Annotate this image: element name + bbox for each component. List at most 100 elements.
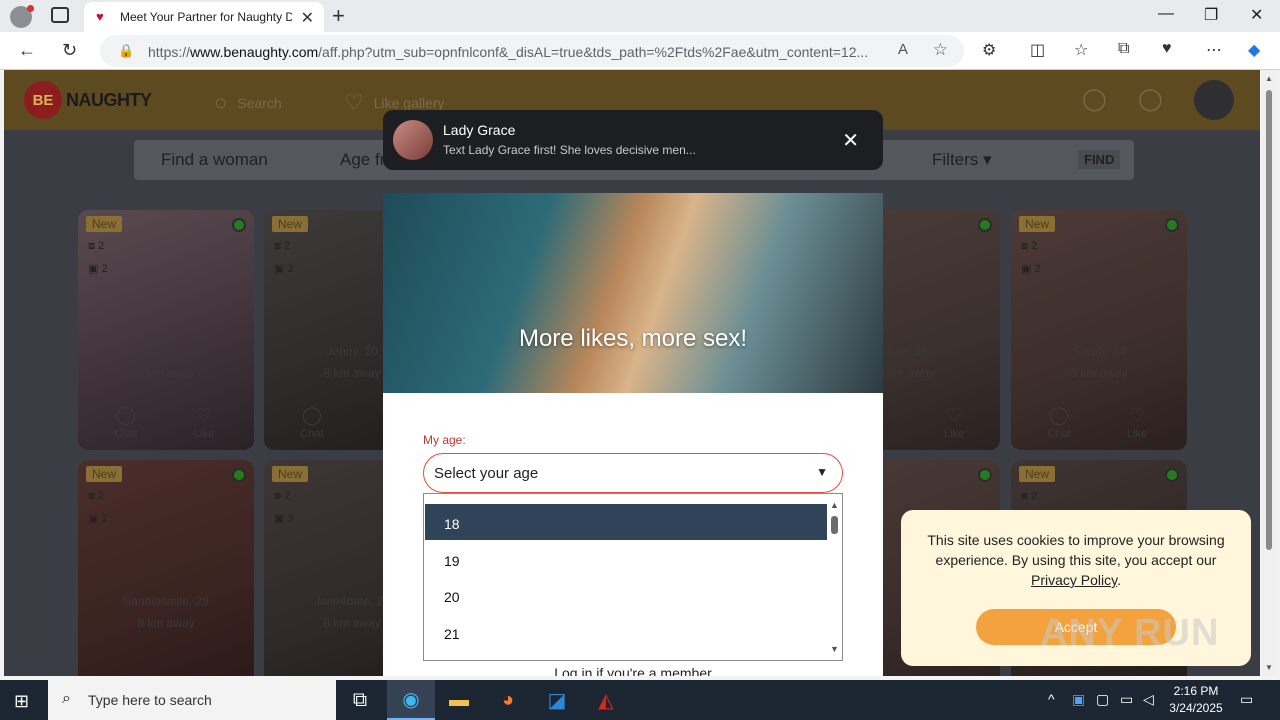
age-option[interactable]: 19 <box>425 541 827 577</box>
acrobat-icon[interactable]: ◭ <box>582 680 630 720</box>
firefox-icon[interactable]: ◕ <box>484 680 532 720</box>
edge-icon[interactable]: ◉ <box>387 680 435 720</box>
chat-icon: ◯ <box>1048 405 1070 425</box>
extensions-icon[interactable]: ⚙ <box>982 40 996 60</box>
chat-button[interactable]: ◯ Chat <box>282 405 342 440</box>
logo-naughty: NAUGHTY <box>66 89 152 110</box>
heart-favicon-icon: ♥ <box>96 9 104 24</box>
age-option[interactable]: 21 <box>425 614 827 650</box>
new-badge: New <box>86 466 123 482</box>
close-notification-icon[interactable]: ✕ <box>842 128 859 153</box>
profile-icon[interactable] <box>10 5 34 28</box>
taskbar-search-placeholder: Type here to search <box>88 692 212 708</box>
age-option[interactable]: 20 <box>425 577 827 613</box>
age-select[interactable]: Select your age ▼ <box>423 453 843 493</box>
url-text: https://www.benaughty.com/aff.php?utm_su… <box>148 44 869 60</box>
privacy-policy-link[interactable]: Privacy Policy <box>1031 572 1117 588</box>
profile-card[interactable]: New ⧇ 2 ▣ 2 Sarah, 24 8 km away ◯ Chat ♡ L… <box>1011 210 1187 450</box>
refresh-icon[interactable]: ↻ <box>62 40 77 61</box>
profile-distance: 8 km away <box>878 366 936 380</box>
messages-icon[interactable]: ◯ <box>1082 86 1107 112</box>
profile-name: Olivia, 19 <box>878 344 929 358</box>
volume-icon[interactable]: ◁ <box>1143 691 1154 708</box>
page-scrollbar[interactable]: ▲ ▼ <box>1262 70 1276 676</box>
new-badge: New <box>272 466 309 482</box>
read-aloud-icon[interactable]: A <box>898 41 908 58</box>
login-link[interactable]: Log in if you're a member <box>383 665 883 676</box>
copilot-icon[interactable]: ◆ <box>1248 40 1260 60</box>
favorites-icon[interactable]: ☆ <box>1074 40 1088 60</box>
lock-icon[interactable]: 🔒 <box>118 43 134 59</box>
scroll-down-icon[interactable]: ▼ <box>830 644 839 654</box>
collections-icon[interactable]: ⧉ <box>1118 40 1129 58</box>
profile-card[interactable]: New ⧇ 2 ▣ 2 Lady Grace, 27 8 km away ◯ Ch… <box>78 210 254 450</box>
tab-actions-icon[interactable] <box>51 7 69 23</box>
heart-icon: ♡ <box>344 90 364 115</box>
profile-distance: 8 km away <box>137 366 195 380</box>
favorite-star-icon[interactable]: ☆ <box>933 40 948 60</box>
chat-button[interactable]: ◯ Chat <box>1029 405 1089 440</box>
modal-hero-image: More likes, more sex! <box>383 193 883 393</box>
taskbar-search[interactable]: ⌕ Type here to search <box>48 680 336 720</box>
message-notification[interactable]: Lady Grace Text Lady Grace first! She lo… <box>383 110 883 170</box>
clock-date: 3/24/2025 <box>1169 701 1223 715</box>
sender-name: Lady Grace <box>443 122 516 138</box>
close-tab-icon[interactable]: ✕ <box>301 8 314 28</box>
minimize-icon[interactable]: — <box>1158 5 1174 23</box>
like-button[interactable]: ♡ Like <box>174 405 234 440</box>
outlook-icon[interactable]: ◪ <box>533 680 581 720</box>
online-indicator <box>978 468 992 482</box>
split-screen-icon[interactable]: ◫ <box>1030 40 1045 60</box>
back-icon[interactable]: ← <box>18 40 36 61</box>
dropdown-scrollbar[interactable]: ▲ ▼ <box>826 494 842 660</box>
close-window-icon[interactable]: ✕ <box>1250 5 1263 25</box>
like-button[interactable]: ♡ Like <box>924 405 984 440</box>
age-select[interactable]: Age fr <box>340 150 385 170</box>
video-count: ▣ 2 <box>88 263 108 275</box>
site-logo[interactable]: BE NAUGHTY <box>24 80 152 120</box>
url-field[interactable]: 🔒 https://www.benaughty.com/aff.php?utm_… <box>100 35 964 67</box>
more-menu-icon[interactable]: ⋯ <box>1206 40 1222 60</box>
online-indicator <box>978 218 992 232</box>
video-count: ▣ 2 <box>1021 263 1041 275</box>
photo-count: ⧇ 2 <box>88 490 105 502</box>
profile-name: Sarah, 24 <box>1072 344 1126 358</box>
scroll-thumb[interactable] <box>831 516 838 534</box>
file-explorer-icon[interactable]: ▬ <box>435 680 483 720</box>
new-tab-icon[interactable]: + <box>332 3 345 29</box>
like-button[interactable]: ♡ Like <box>1107 405 1167 440</box>
browser-tab[interactable]: ♥ Meet Your Partner for Naughty D ✕ <box>84 2 324 32</box>
user-avatar[interactable] <box>1194 80 1234 120</box>
new-badge: New <box>1019 466 1056 482</box>
performance-icon[interactable]: ♥ <box>1162 40 1172 58</box>
logo-be: BE <box>24 81 62 119</box>
bell-icon[interactable]: ◯ <box>1138 86 1163 112</box>
windows-start-icon[interactable]: ⊞ <box>14 691 29 712</box>
restore-icon[interactable]: ❐ <box>1204 5 1218 25</box>
profile-card[interactable]: New ⧇ 2 ▣ 2 Sandiasmile, 29 8 km away <box>78 460 254 676</box>
nav-search[interactable]: ○ Search <box>214 90 282 116</box>
heart-icon: ♡ <box>195 405 213 425</box>
filters-button[interactable]: Filters ▾ <box>932 150 992 170</box>
scroll-up-icon[interactable]: ▲ <box>830 500 839 510</box>
find-button[interactable]: FIND <box>1078 150 1121 169</box>
scroll-thumb[interactable] <box>1266 90 1272 550</box>
chat-button[interactable]: ◯ Chat <box>96 405 156 440</box>
find-woman-select[interactable]: Find a woman <box>161 150 268 170</box>
device-icon[interactable]: ▢ <box>1096 691 1109 708</box>
age-dropdown-list[interactable]: 18 19 20 21 ▲ ▼ <box>423 493 843 661</box>
chat-icon: ◯ <box>115 405 137 425</box>
video-count: ▣ 2 <box>274 263 294 275</box>
age-option[interactable]: 18 <box>425 504 827 540</box>
nav-like-gallery-label: Like gallery <box>373 95 445 111</box>
online-indicator <box>1165 468 1179 482</box>
system-clock[interactable]: 2:16 PM 3/24/2025 <box>1168 683 1224 717</box>
outlook-tray-icon[interactable]: ▣ <box>1072 691 1085 708</box>
chevron-up-icon[interactable]: ^ <box>1048 691 1055 707</box>
network-icon[interactable]: ▭ <box>1120 691 1133 708</box>
scroll-up-icon[interactable]: ▲ <box>1265 74 1273 83</box>
task-view-icon[interactable]: ⧉ <box>336 680 384 720</box>
scroll-down-icon[interactable]: ▼ <box>1265 663 1273 672</box>
notification-center-icon[interactable]: ▭ <box>1240 691 1253 708</box>
anyrun-watermark: ANY RUN <box>1040 612 1220 654</box>
